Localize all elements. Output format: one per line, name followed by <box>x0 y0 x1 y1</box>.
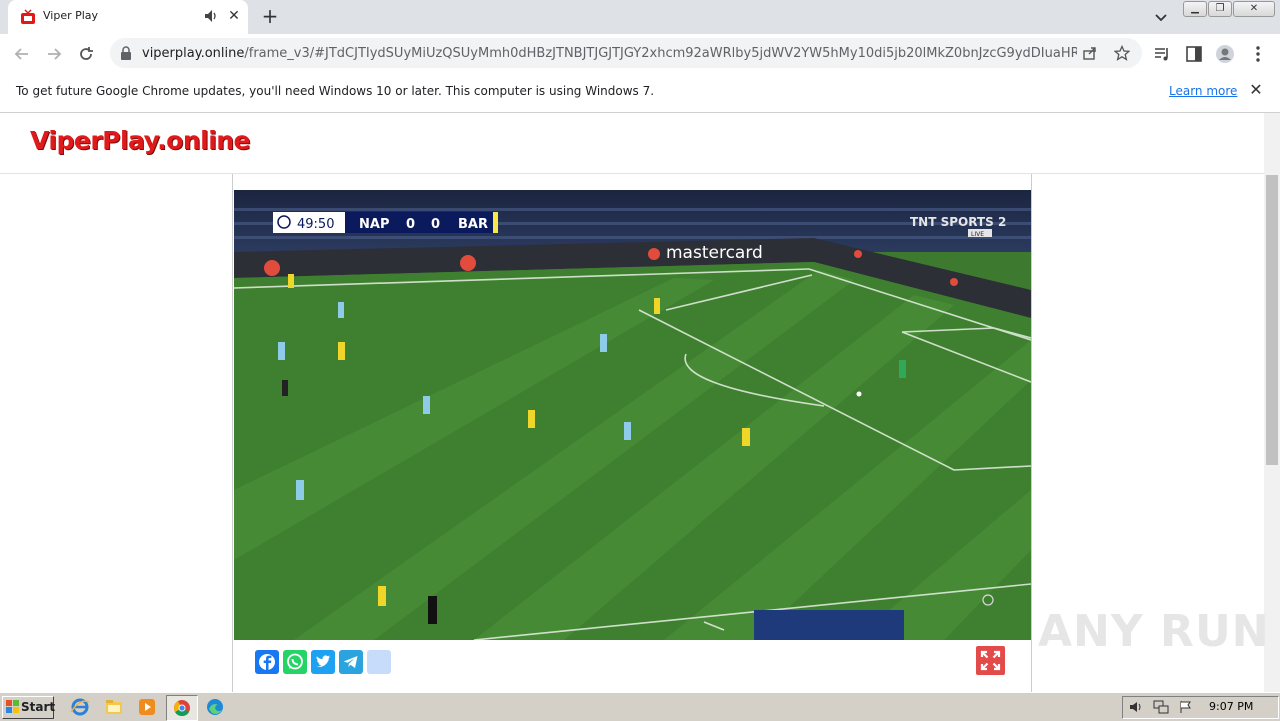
windows-logo-icon <box>6 700 19 713</box>
forward-icon[interactable] <box>44 44 64 64</box>
scrollbar-thumb[interactable] <box>1266 175 1278 465</box>
match-clock: 49:50 <box>297 217 334 232</box>
start-button[interactable]: Start <box>2 696 56 719</box>
address-bar[interactable]: viperplay.online/frame_v3/#JTdCJTIydSUyM… <box>110 38 1142 68</box>
media-player-icon[interactable] <box>136 696 158 718</box>
side-panel-icon[interactable] <box>1184 44 1204 64</box>
site-header: ViperPlay.online <box>0 113 1264 174</box>
lock-icon[interactable] <box>120 46 132 60</box>
anyrun-watermark: ANY RUN <box>1038 606 1270 657</box>
away-score: 0 <box>431 217 440 232</box>
live-badge: LIVE <box>971 231 984 238</box>
fullscreen-icon <box>980 650 1001 671</box>
media-control-icon[interactable] <box>1152 44 1172 64</box>
close-window-button[interactable]: ✕ <box>1233 1 1275 17</box>
away-team: BAR <box>458 217 488 232</box>
twitter-icon[interactable] <box>311 650 335 674</box>
speaker-icon[interactable] <box>204 8 218 24</box>
broadcaster-name: TNT SPORTS 2 <box>910 215 1006 229</box>
share-page-icon[interactable] <box>1082 45 1098 61</box>
volume-icon[interactable] <box>1129 700 1143 714</box>
internet-explorer-icon[interactable] <box>69 696 91 718</box>
tab-viper-play[interactable]: Viper Play ✕ <box>8 0 248 34</box>
start-label: Start <box>21 700 56 714</box>
edge-icon[interactable] <box>204 696 226 718</box>
url-host: viperplay.online <box>142 46 245 61</box>
site-logo[interactable]: ViperPlay.online <box>30 126 251 155</box>
tv-icon <box>21 9 35 24</box>
whatsapp-icon[interactable] <box>283 650 307 674</box>
action-center-flag-icon[interactable] <box>1179 700 1193 714</box>
close-icon[interactable]: ✕ <box>1248 82 1264 98</box>
chrome-icon <box>174 700 190 717</box>
fullscreen-button[interactable] <box>976 646 1005 675</box>
windows-taskbar: Start 9:07 PM <box>0 692 1280 721</box>
chevron-down-icon[interactable] <box>1152 8 1170 26</box>
telegram-icon[interactable] <box>339 650 363 674</box>
video-player[interactable]: mastercard 49:50 NAP 0 0 BAR TNT SPORTS … <box>234 190 1031 640</box>
home-score: 0 <box>406 217 415 232</box>
browser-toolbar: viperplay.online/frame_v3/#JTdCJTIydSUyM… <box>0 34 1280 72</box>
player-container: mastercard 49:50 NAP 0 0 BAR TNT SPORTS … <box>232 174 1032 692</box>
tab-strip: Viper Play ✕ + ▁ ❐ ✕ <box>0 0 1280 34</box>
ad-board-text: mastercard <box>666 243 763 263</box>
system-clock[interactable]: 9:07 PM <box>1209 700 1253 713</box>
team-bench <box>754 610 904 640</box>
file-explorer-icon[interactable] <box>103 696 125 718</box>
menu-kebab-icon[interactable] <box>1248 44 1268 64</box>
reload-icon[interactable] <box>76 44 96 64</box>
star-icon[interactable] <box>1114 45 1130 61</box>
infobar-message: To get future Google Chrome updates, you… <box>16 84 655 98</box>
update-infobar: To get future Google Chrome updates, you… <box>0 72 1280 113</box>
share-icon[interactable] <box>367 650 391 674</box>
chrome-taskbar-button[interactable] <box>166 695 198 721</box>
system-tray: 9:07 PM <box>1122 696 1279 719</box>
back-icon[interactable] <box>12 44 32 64</box>
minimize-button[interactable]: ▁ <box>1183 1 1207 17</box>
network-icon[interactable] <box>1153 700 1169 714</box>
video-frame: mastercard 49:50 NAP 0 0 BAR TNT SPORTS … <box>234 190 1031 640</box>
tab-title: Viper Play <box>43 9 99 22</box>
restore-button[interactable]: ❐ <box>1208 1 1232 17</box>
facebook-icon[interactable] <box>255 650 279 674</box>
new-tab-button[interactable]: + <box>259 5 281 27</box>
profile-avatar-icon[interactable] <box>1215 44 1235 64</box>
url-path: /frame_v3/#JTdCJTIydSUyMiUzQSUyMmh0dHBzJ… <box>244 46 1077 61</box>
home-team: NAP <box>359 217 389 232</box>
tab-close-icon[interactable]: ✕ <box>226 8 242 24</box>
url-text: viperplay.online/frame_v3/#JTdCJTIydSUyM… <box>142 46 1077 61</box>
scorebug: 49:50 NAP 0 0 BAR <box>273 212 498 233</box>
learn-more-link[interactable]: Learn more <box>1169 84 1237 98</box>
